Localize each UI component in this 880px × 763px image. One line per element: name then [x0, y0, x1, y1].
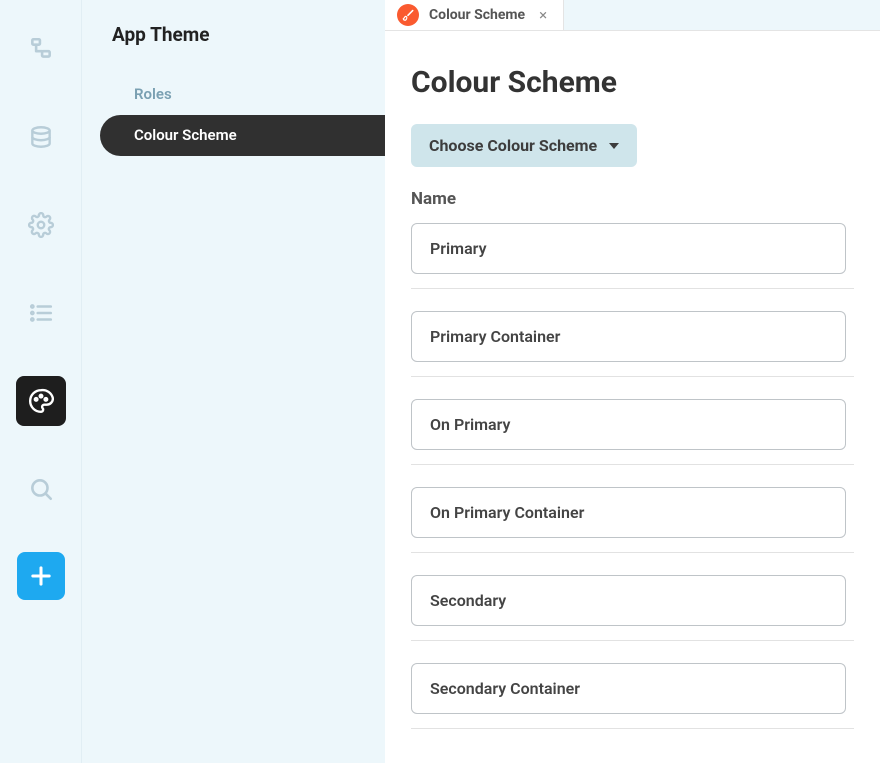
tab-label: Colour Scheme: [429, 7, 525, 23]
side-item-roles[interactable]: Roles: [82, 74, 385, 115]
name-column-header: Name: [411, 189, 854, 209]
choose-colour-scheme-dropdown[interactable]: Choose Colour Scheme: [411, 124, 637, 167]
colour-role-field[interactable]: On Primary: [411, 399, 846, 450]
nav-search-icon[interactable]: [16, 464, 66, 514]
nav-gear-icon[interactable]: [16, 200, 66, 250]
side-item-colour-scheme[interactable]: Colour Scheme: [100, 115, 385, 156]
colour-role-list: Name Primary Primary Container On Primary On…: [411, 189, 854, 729]
add-button[interactable]: [17, 552, 65, 600]
nav-list-icon[interactable]: [16, 288, 66, 338]
nav-database-icon[interactable]: [16, 112, 66, 162]
nav-rail: [0, 0, 82, 763]
colour-role-field[interactable]: Secondary Container: [411, 663, 846, 714]
colour-role-field[interactable]: On Primary Container: [411, 487, 846, 538]
page-title: Colour Scheme: [411, 65, 854, 100]
main-area: Colour Scheme × Colour Scheme Choose Col…: [385, 0, 880, 763]
nav-palette-icon[interactable]: [16, 376, 66, 426]
chooser-label: Choose Colour Scheme: [429, 136, 597, 155]
colour-role-field[interactable]: Secondary: [411, 575, 846, 626]
tab-close-icon[interactable]: ×: [535, 6, 551, 24]
colour-role-field[interactable]: Primary Container: [411, 311, 846, 362]
side-panel-title: App Theme: [82, 10, 385, 74]
content: Colour Scheme Choose Colour Scheme Name P…: [385, 31, 880, 763]
chevron-down-icon: [609, 143, 619, 149]
tab-bar: Colour Scheme ×: [385, 0, 880, 31]
nav-tree-icon[interactable]: [16, 24, 66, 74]
side-panel: App Theme Roles Colour Scheme: [82, 0, 385, 763]
palette-brush-icon: [397, 4, 419, 26]
colour-role-field[interactable]: Primary: [411, 223, 846, 274]
tab-colour-scheme[interactable]: Colour Scheme ×: [385, 0, 564, 30]
